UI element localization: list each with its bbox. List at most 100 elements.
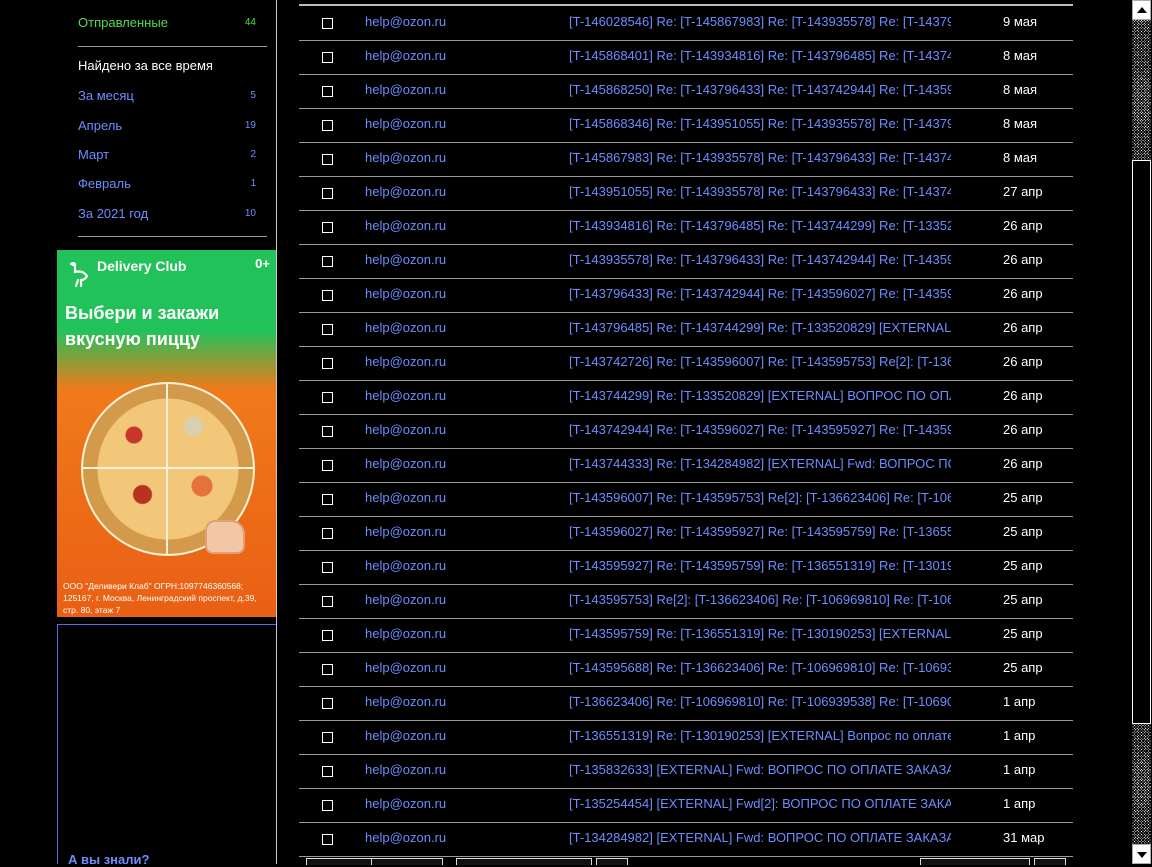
message-checkbox[interactable] [322,426,333,437]
message-subject[interactable]: [T-143595688] Re: [T-136623406] Re: [T-1… [569,660,951,675]
message-row[interactable]: help@ozon.ru [T-136623406] Re: [T-1069698… [299,686,1073,721]
message-sender[interactable]: help@ozon.ru [365,252,446,267]
message-sender[interactable]: help@ozon.ru [365,218,446,233]
message-row[interactable]: help@ozon.ru [T-143596007] Re: [T-1435957… [299,482,1073,517]
message-row[interactable]: help@ozon.ru [T-143935578] Re: [T-1437964… [299,244,1073,279]
message-checkbox[interactable] [322,290,333,301]
message-subject[interactable]: [T-135254454] [EXTERNAL] Fwd[2]: ВОПРОС … [569,796,951,811]
message-sender[interactable]: help@ozon.ru [365,184,446,199]
message-checkbox[interactable] [322,732,333,743]
message-row[interactable]: help@ozon.ru [T-135832633] [EXTERNAL] Fwd… [299,754,1073,789]
message-row[interactable]: help@ozon.ru [T-136551319] Re: [T-1301902… [299,720,1073,755]
scroll-track[interactable] [1132,20,1151,160]
message-checkbox[interactable] [322,834,333,845]
scroll-thumb[interactable] [1132,160,1151,724]
message-checkbox[interactable] [322,188,333,199]
message-checkbox[interactable] [322,528,333,539]
period-april[interactable]: Апрель 19 [78,116,258,136]
message-sender[interactable]: help@ozon.ru [365,116,446,131]
message-sender[interactable]: help@ozon.ru [365,422,446,437]
message-checkbox[interactable] [322,664,333,675]
message-row[interactable]: help@ozon.ru [T-143796433] Re: [T-1437429… [299,278,1073,313]
message-sender[interactable]: help@ozon.ru [365,660,446,675]
message-row[interactable]: help@ozon.ru [T-145868401] Re: [T-1439348… [299,40,1073,75]
did-you-know-link[interactable]: А вы знали? [68,852,149,867]
message-checkbox[interactable] [322,154,333,165]
message-sender[interactable]: help@ozon.ru [365,524,446,539]
message-row[interactable]: help@ozon.ru [T-134284982] [EXTERNAL] Fwd… [299,822,1073,857]
message-sender[interactable]: help@ozon.ru [365,286,446,301]
period-march[interactable]: Март 2 [78,145,258,165]
scroll-down-button[interactable] [1132,844,1151,864]
message-subject[interactable]: [T-143744299] Re: [T-133520829] [EXTERNA… [569,388,951,403]
message-checkbox[interactable] [322,698,333,709]
message-sender[interactable]: help@ozon.ru [365,320,446,335]
message-checkbox[interactable] [322,460,333,471]
message-subject[interactable]: [T-145868401] Re: [T-143934816] Re: [T-1… [569,48,951,63]
message-subject[interactable]: [T-146028546] Re: [T-145867983] Re: [T-1… [569,14,951,29]
message-subject[interactable]: [T-143744333] Re: [T-134284982] [EXTERNA… [569,456,951,471]
scroll-track[interactable] [1132,724,1151,844]
message-sender[interactable]: help@ozon.ru [365,626,446,641]
message-subject[interactable]: [T-143742726] Re: [T-143596007] Re: [T-1… [569,354,951,369]
message-subject[interactable]: [T-143935578] Re: [T-143796433] Re: [T-1… [569,252,951,267]
message-sender[interactable]: help@ozon.ru [365,82,446,97]
message-sender[interactable]: help@ozon.ru [365,728,446,743]
message-checkbox[interactable] [322,222,333,233]
message-checkbox[interactable] [322,630,333,641]
period-february[interactable]: Февраль 1 [78,174,258,194]
message-sender[interactable]: help@ozon.ru [365,762,446,777]
message-row[interactable]: help@ozon.ru [T-143796485] Re: [T-1437442… [299,312,1073,347]
message-subject[interactable]: [T-136623406] Re: [T-106969810] Re: [T-1… [569,694,951,709]
message-subject[interactable]: [T-143742944] Re: [T-143596027] Re: [T-1… [569,422,951,437]
message-sender[interactable]: help@ozon.ru [365,150,446,165]
message-checkbox[interactable] [322,800,333,811]
message-subject[interactable]: [T-143796433] Re: [T-143742944] Re: [T-1… [569,286,951,301]
message-row[interactable]: help@ozon.ru [T-143595688] Re: [T-1366234… [299,652,1073,687]
message-checkbox[interactable] [322,52,333,63]
message-checkbox[interactable] [322,86,333,97]
message-subject[interactable]: [T-143596007] Re: [T-143595753] Re[2]: [… [569,490,951,505]
message-sender[interactable]: help@ozon.ru [365,490,446,505]
message-row[interactable]: help@ozon.ru [T-143595753] Re[2]: [T-1366… [299,584,1073,619]
message-subject[interactable]: [T-143951055] Re: [T-143935578] Re: [T-1… [569,184,951,199]
message-row[interactable]: help@ozon.ru [T-143742944] Re: [T-1435960… [299,414,1073,449]
message-checkbox[interactable] [322,358,333,369]
message-checkbox[interactable] [322,562,333,573]
message-subject[interactable]: [T-136551319] Re: [T-130190253] [EXTERNA… [569,728,951,743]
message-subject[interactable]: [T-145868250] Re: [T-143796433] Re: [T-1… [569,82,951,97]
message-subject[interactable]: [T-143595759] Re: [T-136551319] Re: [T-1… [569,626,951,641]
message-sender[interactable]: help@ozon.ru [365,354,446,369]
period-year-2021[interactable]: За 2021 год 10 [78,204,258,224]
message-subject[interactable]: [T-143596027] Re: [T-143595927] Re: [T-1… [569,524,951,539]
message-checkbox[interactable] [322,324,333,335]
message-sender[interactable]: help@ozon.ru [365,388,446,403]
message-row[interactable]: help@ozon.ru [T-135254454] [EXTERNAL] Fwd… [299,788,1073,823]
message-sender[interactable]: help@ozon.ru [365,48,446,63]
message-checkbox[interactable] [322,596,333,607]
message-row[interactable]: help@ozon.ru [T-143934816] Re: [T-1437964… [299,210,1073,245]
message-sender[interactable]: help@ozon.ru [365,694,446,709]
message-sender[interactable]: help@ozon.ru [365,14,446,29]
message-sender[interactable]: help@ozon.ru [365,456,446,471]
message-row[interactable]: help@ozon.ru [T-145868250] Re: [T-1437964… [299,74,1073,109]
folder-sent[interactable]: Отправленные 44 [78,13,258,33]
message-sender[interactable]: help@ozon.ru [365,558,446,573]
message-subject[interactable]: [T-143796485] Re: [T-143744299] Re: [T-1… [569,320,951,335]
message-subject[interactable]: [T-145867983] Re: [T-143935578] Re: [T-1… [569,150,951,165]
message-row[interactable]: help@ozon.ru [T-143742726] Re: [T-1435960… [299,346,1073,381]
message-subject[interactable]: [T-143595753] Re[2]: [T-136623406] Re: [… [569,592,951,607]
message-row[interactable]: help@ozon.ru [T-143595927] Re: [T-1435957… [299,550,1073,585]
message-row[interactable]: help@ozon.ru [T-146028546] Re: [T-1458679… [299,6,1073,41]
message-subject[interactable]: [T-134284982] [EXTERNAL] Fwd: ВОПРОС ПО … [569,830,951,845]
message-row[interactable]: help@ozon.ru [T-143595759] Re: [T-1365513… [299,618,1073,653]
message-checkbox[interactable] [322,120,333,131]
period-last-month[interactable]: За месяц 5 [78,86,258,106]
message-subject[interactable]: [T-143595927] Re: [T-143595759] Re: [T-1… [569,558,951,573]
scroll-up-button[interactable] [1132,0,1151,20]
message-checkbox[interactable] [322,392,333,403]
message-subject[interactable]: [T-143934816] Re: [T-143796485] Re: [T-1… [569,218,951,233]
message-checkbox[interactable] [322,18,333,29]
message-row[interactable]: help@ozon.ru [T-143951055] Re: [T-1439355… [299,176,1073,211]
message-sender[interactable]: help@ozon.ru [365,830,446,845]
